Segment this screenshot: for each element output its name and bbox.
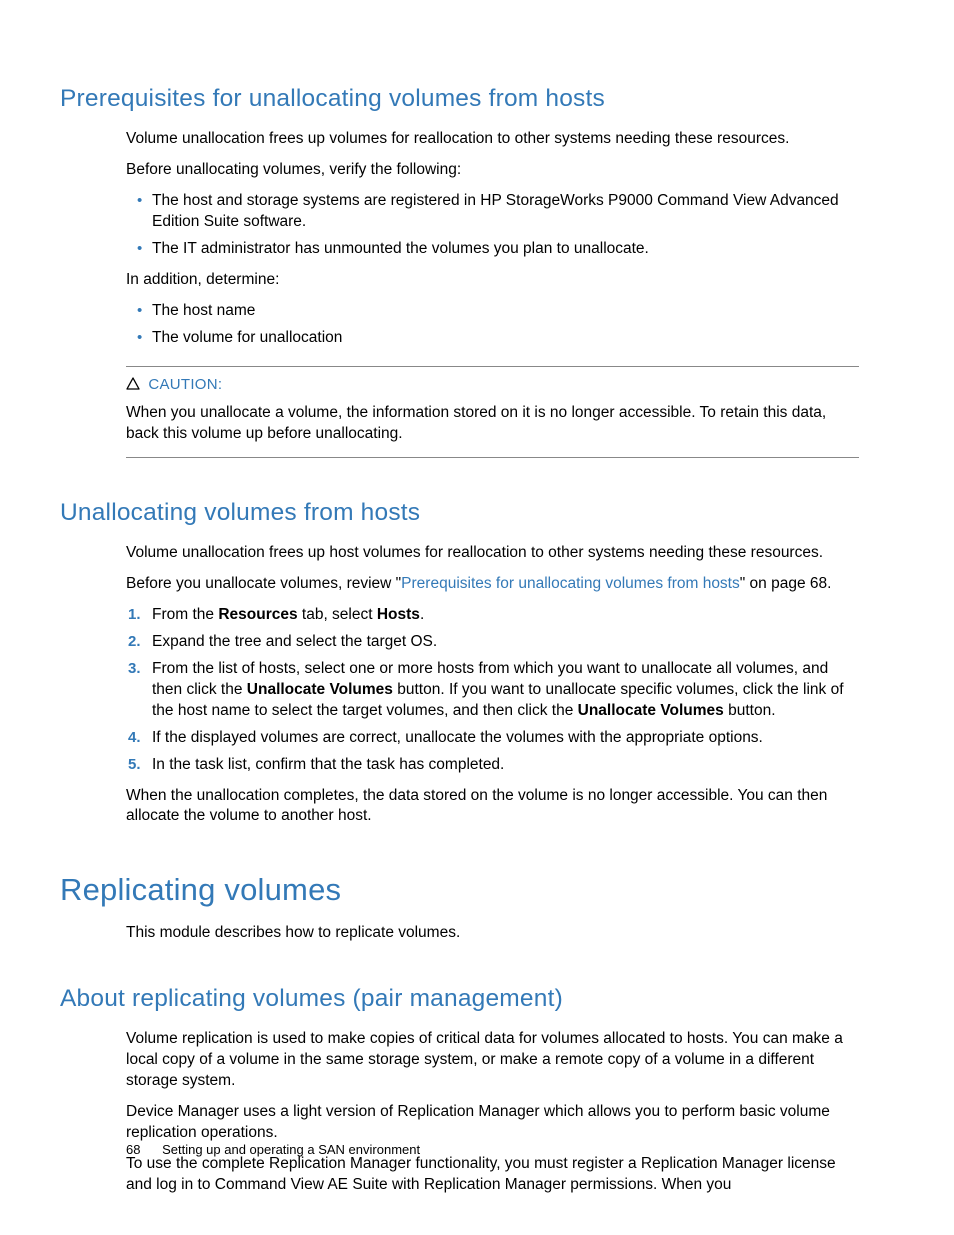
heading-replicating-volumes: Replicating volumes (60, 869, 859, 911)
caution-text: When you unallocate a volume, the inform… (126, 403, 859, 445)
step-item: From the Resources tab, select Hosts. (152, 605, 859, 626)
caution-label: CAUTION: (148, 376, 222, 393)
page-number: 68 (126, 1142, 140, 1157)
step-item: If the displayed volumes are correct, un… (152, 728, 859, 749)
footer-title: Setting up and operating a SAN environme… (162, 1142, 420, 1157)
paragraph: Device Manager uses a light version of R… (126, 1102, 859, 1144)
caution-icon (126, 376, 140, 397)
step-item: From the list of hosts, select one or mo… (152, 659, 859, 722)
step-item: Expand the tree and select the target OS… (152, 632, 859, 653)
page-footer: 68 Setting up and operating a SAN enviro… (126, 1141, 420, 1159)
paragraph: In addition, determine: (126, 270, 859, 291)
heading-unallocating: Unallocating volumes from hosts (60, 496, 859, 529)
list-item: The volume for unallocation (152, 328, 859, 349)
heading-about-replicating: About replicating volumes (pair manageme… (60, 982, 859, 1015)
paragraph: Before unallocating volumes, verify the … (126, 160, 859, 181)
heading-prerequisites: Prerequisites for unallocating volumes f… (60, 82, 859, 115)
step-item: In the task list, confirm that the task … (152, 755, 859, 776)
list-item: The host name (152, 301, 859, 322)
list-item: The host and storage systems are registe… (152, 191, 859, 233)
paragraph: Volume unallocation frees up host volume… (126, 543, 859, 564)
paragraph: Before you unallocate volumes, review "P… (126, 574, 859, 595)
paragraph: Volume unallocation frees up volumes for… (126, 129, 859, 150)
paragraph: This module describes how to replicate v… (126, 923, 859, 944)
link-prerequisites[interactable]: Prerequisites for unallocating volumes f… (401, 575, 740, 592)
paragraph: Volume replication is used to make copie… (126, 1029, 859, 1092)
list-item: The IT administrator has unmounted the v… (152, 239, 859, 260)
caution-callout: CAUTION: When you unallocate a volume, t… (126, 366, 859, 458)
paragraph: When the unallocation completes, the dat… (126, 786, 859, 828)
paragraph: To use the complete Replication Manager … (126, 1154, 859, 1196)
